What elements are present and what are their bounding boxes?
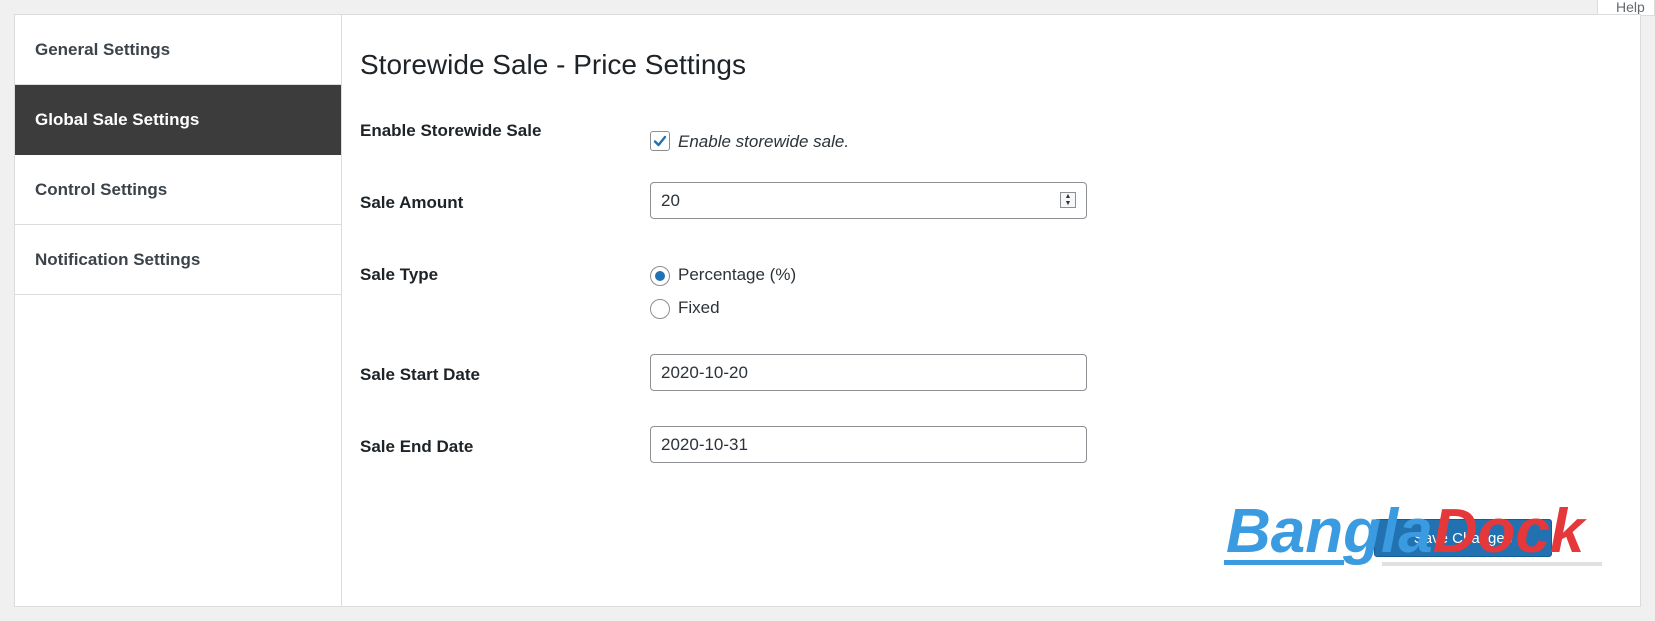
- sale-amount-value: 20: [661, 191, 680, 210]
- sidebar-item-label: Control Settings: [35, 179, 168, 199]
- spinner-up-icon[interactable]: ▲: [1065, 193, 1072, 200]
- enable-sale-checkbox-label: Enable storewide sale.: [678, 132, 850, 151]
- settings-sidebar: General Settings Global Sale Settings Co…: [15, 15, 342, 606]
- enable-sale-checkbox[interactable]: [650, 131, 670, 151]
- save-changes-button[interactable]: Save Changes: [1374, 519, 1552, 557]
- sale-type-percentage-label: Percentage (%): [678, 265, 797, 284]
- sidebar-item-global-sale-settings[interactable]: Global Sale Settings: [15, 85, 341, 155]
- page-title: Storewide Sale - Price Settings: [360, 49, 746, 80]
- sidebar-item-label: Notification Settings: [35, 249, 201, 269]
- sidebar-item-label: General Settings: [35, 39, 171, 59]
- sale-type-percentage-radio[interactable]: [650, 266, 670, 286]
- help-tab-label: Help: [1616, 0, 1645, 15]
- sale-type-fixed-radio[interactable]: [650, 299, 670, 319]
- sale-start-date-label: Sale Start Date: [360, 365, 480, 384]
- sale-amount-input[interactable]: 20 ▲ ▼: [650, 182, 1087, 219]
- settings-content: Storewide Sale - Price Settings Enable S…: [360, 15, 1640, 606]
- sale-type-fixed-label: Fixed: [678, 298, 720, 317]
- spinner-down-icon[interactable]: ▼: [1065, 200, 1072, 207]
- sidebar-item-label: Global Sale Settings: [35, 109, 200, 129]
- sidebar-item-notification-settings[interactable]: Notification Settings: [15, 225, 341, 295]
- sidebar-item-control-settings[interactable]: Control Settings: [15, 155, 341, 225]
- sale-start-date-input[interactable]: [650, 354, 1087, 391]
- sale-amount-label: Sale Amount: [360, 193, 464, 212]
- sale-end-date-label: Sale End Date: [360, 437, 474, 456]
- number-spinner[interactable]: ▲ ▼: [1060, 192, 1076, 208]
- enable-sale-label: Enable Storewide Sale: [360, 121, 542, 140]
- sale-end-date-input[interactable]: [650, 426, 1087, 463]
- checkmark-icon: [653, 135, 667, 147]
- sidebar-item-general-settings[interactable]: General Settings: [15, 15, 341, 85]
- sale-type-label: Sale Type: [360, 265, 439, 284]
